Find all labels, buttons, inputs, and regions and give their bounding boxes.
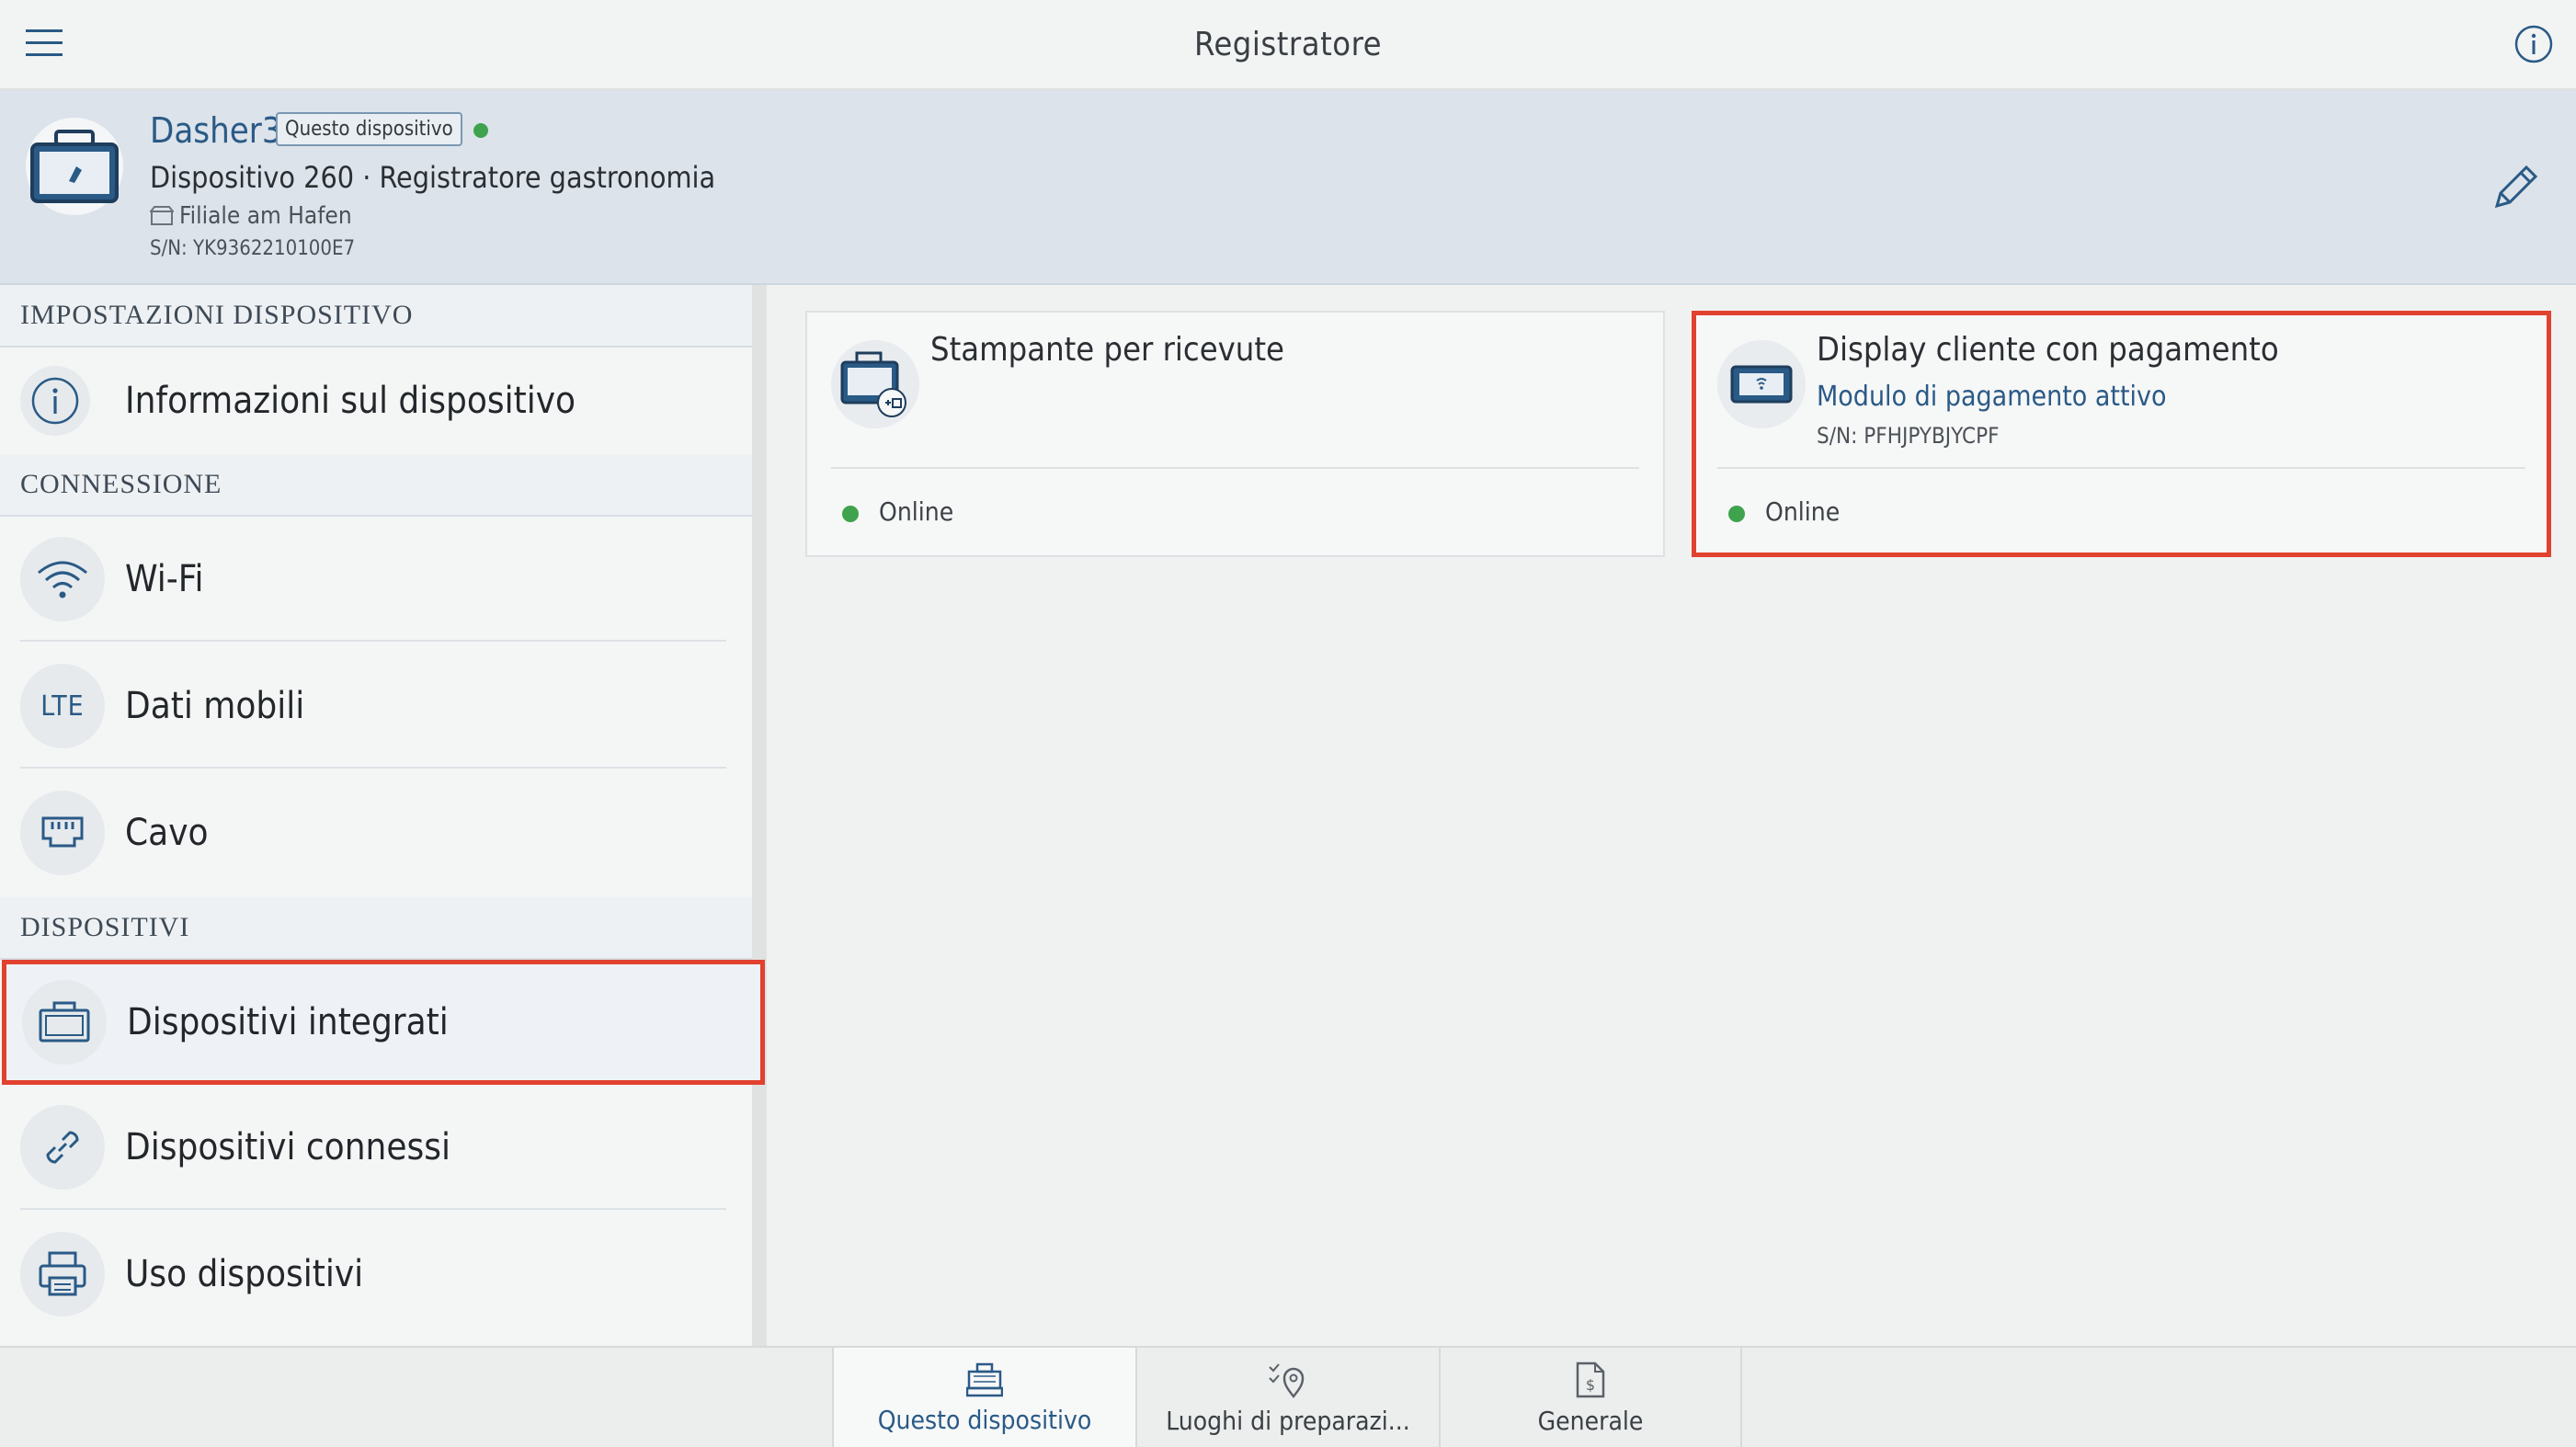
sidebar-item-device-usage[interactable]: Uso dispositivi — [0, 1212, 752, 1337]
sidebar-item-integrated-devices[interactable]: Dispositivi integrati — [2, 960, 765, 1085]
card-subtitle: Modulo di pagamento attivo — [1817, 381, 2167, 413]
card-status: Online — [879, 496, 954, 527]
online-status-dot — [842, 506, 859, 522]
ethernet-icon — [20, 791, 105, 875]
tab-label: Questo dispositivo — [877, 1404, 1092, 1435]
device-name: Dasher3 — [150, 110, 282, 151]
location-label: Filiale am Hafen — [179, 202, 352, 230]
lte-text: LTE — [40, 689, 85, 723]
device-avatar — [26, 118, 123, 215]
status-dot — [473, 123, 488, 138]
document-dollar-icon: $ — [1576, 1362, 1605, 1397]
receipt-printer-card[interactable]: Stampante per ricevute Online — [805, 311, 1665, 557]
this-device-badge: Questo dispositivo — [276, 112, 462, 146]
section-header-settings: IMPOSTAZIONI DISPOSITIVO — [0, 285, 752, 348]
top-app-bar: Registratore — [0, 0, 2576, 90]
location-check-icon — [1269, 1362, 1305, 1398]
register-icon — [966, 1362, 1003, 1396]
sidebar-item-label: Dispositivi integrati — [127, 1001, 449, 1043]
settings-sidebar: IMPOSTAZIONI DISPOSITIVO Informazioni su… — [0, 285, 767, 1346]
tab-label: Luoghi di preparazi... — [1166, 1405, 1410, 1436]
device-model: Dispositivo 260 · Registratore gastronom… — [150, 160, 716, 195]
card-title: Display cliente con pagamento — [1817, 331, 2279, 369]
pencil-icon[interactable] — [2488, 160, 2543, 215]
svg-text:$: $ — [1586, 1376, 1595, 1394]
device-serial: S/N: YK9362210100E7 — [150, 237, 356, 260]
info-icon — [20, 366, 90, 436]
sidebar-item-wifi[interactable]: Wi-Fi — [0, 517, 752, 642]
lte-icon: LTE — [20, 664, 105, 748]
sidebar-item-label: Wi-Fi — [125, 558, 204, 600]
divider — [831, 467, 1639, 469]
sidebar-item-label: Cavo — [125, 812, 209, 854]
info-icon[interactable] — [2513, 24, 2554, 64]
store-icon — [150, 206, 174, 225]
divider — [20, 640, 726, 642]
sidebar-item-label: Informazioni sul dispositivo — [125, 380, 576, 422]
register-icon — [22, 980, 107, 1065]
page-title: Registratore — [1193, 25, 1383, 63]
sidebar-item-label: Dispositivi connessi — [125, 1126, 450, 1168]
tab-this-device[interactable]: Questo dispositivo — [832, 1348, 1135, 1447]
divider — [1717, 467, 2525, 469]
sidebar-item-cable[interactable]: Cavo — [0, 770, 752, 895]
tab-preparation-places[interactable]: Luoghi di preparazi... — [1135, 1348, 1439, 1447]
register-icon — [30, 130, 119, 203]
device-location: Filiale am Hafen — [150, 202, 352, 230]
link-icon — [20, 1105, 105, 1190]
section-header-devices: DISPOSITIVI — [0, 897, 752, 960]
sidebar-item-label: Dati mobili — [125, 685, 305, 727]
printer-icon — [20, 1232, 105, 1316]
device-header: Dasher3 Questo dispositivo Dispositivo 2… — [0, 90, 2576, 285]
tab-general[interactable]: $ Generale — [1439, 1348, 1742, 1447]
wifi-icon — [20, 537, 105, 621]
customer-display-icon — [1717, 340, 1806, 428]
divider — [20, 1208, 726, 1210]
online-status-dot — [1728, 506, 1745, 522]
sidebar-item-connected-devices[interactable]: Dispositivi connessi — [0, 1085, 752, 1210]
integrated-devices-panel: Stampante per ricevute Online Display cl… — [781, 285, 2576, 1346]
customer-display-card[interactable]: Display cliente con pagamento Modulo di … — [1692, 311, 2551, 557]
tab-label: Generale — [1537, 1405, 1644, 1436]
sidebar-item-device-info[interactable]: Informazioni sul dispositivo — [0, 348, 752, 454]
section-header-connection: CONNESSIONE — [0, 454, 752, 517]
sidebar-item-mobile-data[interactable]: LTE Dati mobili — [0, 644, 752, 769]
sidebar-item-label: Uso dispositivi — [125, 1253, 364, 1295]
card-serial: S/N: PFHJPYBJYCPF — [1817, 423, 2000, 449]
card-title: Stampante per ricevute — [930, 331, 1284, 369]
card-status: Online — [1765, 496, 1841, 527]
hamburger-menu-icon[interactable] — [26, 28, 66, 59]
divider — [20, 767, 726, 769]
receipt-printer-icon — [831, 340, 919, 428]
bottom-tab-bar: Questo dispositivo Luoghi di preparazi..… — [0, 1346, 2576, 1447]
